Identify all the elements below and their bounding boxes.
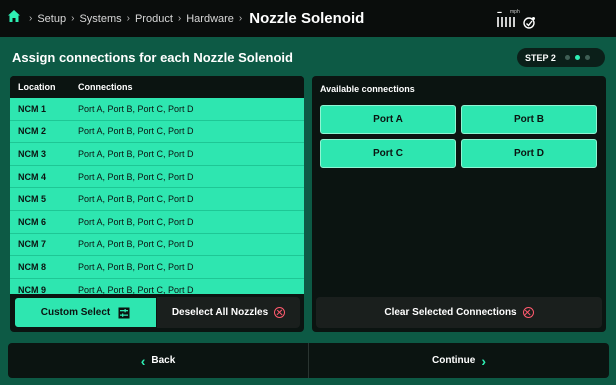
- chevron-right-icon: ›: [126, 13, 130, 24]
- table-row[interactable]: NCM 2 Port A, Port B, Port C, Port D: [10, 120, 304, 144]
- row-connections: Port A, Port B, Port C, Port D: [78, 216, 194, 227]
- home-icon[interactable]: [7, 9, 21, 23]
- chevron-right-icon: ›: [238, 13, 243, 24]
- step-label: STEP 2: [525, 52, 556, 63]
- row-location: NCM 9: [18, 284, 47, 294]
- custom-select-button[interactable]: Custom Select: [14, 297, 157, 328]
- clear-selected-connections-button[interactable]: Clear Selected Connections: [316, 297, 602, 328]
- breadcrumb-hardware[interactable]: Hardware: [186, 13, 234, 25]
- row-location: NCM 8: [18, 261, 47, 272]
- row-location: NCM 6: [18, 216, 47, 227]
- row-connections: Port A, Port B, Port C, Port D: [78, 284, 194, 294]
- custom-select-label: Custom Select: [40, 307, 111, 318]
- step-dot-3: [584, 55, 590, 60]
- table-row[interactable]: NCM 8 Port A, Port B, Port C, Port D: [10, 256, 304, 279]
- satellite-gps-icon: [523, 17, 535, 29]
- row-connections: Port A, Port B, Port C, Port D: [78, 239, 194, 250]
- chevron-right-icon: ›: [71, 13, 75, 24]
- row-location: NCM 4: [18, 171, 47, 182]
- row-location: NCM 7: [18, 239, 47, 250]
- table-row[interactable]: NCM 4 Port A, Port B, Port C, Port D: [10, 165, 304, 189]
- step-dot-1: [564, 55, 570, 60]
- speed-unit: mph: [510, 9, 520, 15]
- row-location: NCM 5: [18, 194, 47, 205]
- deselect-all-label: Deselect All Nozzles: [171, 307, 269, 318]
- back-button[interactable]: ‹ Back: [8, 343, 308, 378]
- section-title: Assign connections for each Nozzle Solen…: [12, 50, 293, 65]
- table-header: Location Connections: [10, 76, 304, 98]
- table-row[interactable]: NCM 3 Port A, Port B, Port C, Port D: [10, 143, 304, 166]
- deselect-all-nozzles-button[interactable]: Deselect All Nozzles: [157, 297, 300, 328]
- table-row[interactable]: NCM 9 Port A, Port B, Port C, Port D: [10, 278, 304, 294]
- row-location: NCM 1: [18, 103, 47, 114]
- nozzle-table-panel: Location Connections NCM 1 Port A, Port …: [10, 76, 304, 332]
- table-row[interactable]: NCM 5 Port A, Port B, Port C, Port D: [10, 188, 304, 211]
- available-connections-title: Available connections: [320, 84, 415, 94]
- clear-selected-label: Clear Selected Connections: [384, 307, 517, 318]
- available-connections-panel: Available connections Port A Port B Port…: [312, 76, 606, 332]
- custom-select-icon: [118, 307, 130, 318]
- column-location: Location: [18, 82, 56, 92]
- row-connections: Port A, Port B, Port C, Port D: [78, 171, 194, 182]
- table-row[interactable]: NCM 6 Port A, Port B, Port C, Port D: [10, 210, 304, 234]
- table-body[interactable]: NCM 1 Port A, Port B, Port C, Port D NCM…: [10, 98, 304, 294]
- step-dot-2: [574, 55, 580, 60]
- step-indicator: STEP 2: [517, 48, 605, 67]
- row-connections: Port A, Port B, Port C, Port D: [78, 103, 194, 114]
- row-location: NCM 3: [18, 148, 47, 159]
- column-connections: Connections: [78, 82, 133, 92]
- row-location: NCM 2: [18, 126, 47, 137]
- footer-nav: ‹ Back Continue ›: [8, 343, 609, 378]
- back-label: Back: [151, 355, 176, 366]
- chevron-right-icon: ›: [29, 13, 33, 24]
- breadcrumb-setup[interactable]: Setup: [37, 13, 66, 25]
- chevron-right-icon: ›: [177, 13, 182, 24]
- row-connections: Port A, Port B, Port C, Port D: [78, 261, 194, 272]
- table-actions: Custom Select Deselect All Nozzles: [14, 297, 300, 328]
- page-title: Nozzle Solenoid: [249, 10, 365, 27]
- continue-label: Continue: [432, 355, 476, 366]
- port-b-button[interactable]: Port B: [461, 105, 597, 134]
- chevron-left-icon: ‹: [140, 352, 146, 369]
- speed-value: --: [497, 7, 502, 17]
- breadcrumb: › Setup › Systems › Product › Hardware ›…: [24, 0, 364, 37]
- port-c-button[interactable]: Port C: [320, 139, 456, 168]
- top-bar: › Setup › Systems › Product › Hardware ›…: [0, 0, 616, 37]
- close-circle-icon: [522, 307, 534, 318]
- continue-button[interactable]: Continue ›: [309, 343, 609, 378]
- signal-bars-icon: [497, 17, 515, 27]
- row-connections: Port A, Port B, Port C, Port D: [78, 194, 194, 205]
- port-d-button[interactable]: Port D: [461, 139, 597, 168]
- table-row[interactable]: NCM 7 Port A, Port B, Port C, Port D: [10, 233, 304, 257]
- chevron-right-icon: ›: [481, 352, 486, 369]
- row-connections: Port A, Port B, Port C, Port D: [78, 126, 194, 137]
- close-circle-icon: [274, 307, 286, 318]
- port-a-button[interactable]: Port A: [320, 105, 456, 134]
- table-row[interactable]: NCM 1 Port A, Port B, Port C, Port D: [10, 98, 304, 121]
- breadcrumb-systems[interactable]: Systems: [79, 13, 121, 25]
- row-connections: Port A, Port B, Port C, Port D: [78, 148, 194, 159]
- breadcrumb-product[interactable]: Product: [135, 13, 173, 25]
